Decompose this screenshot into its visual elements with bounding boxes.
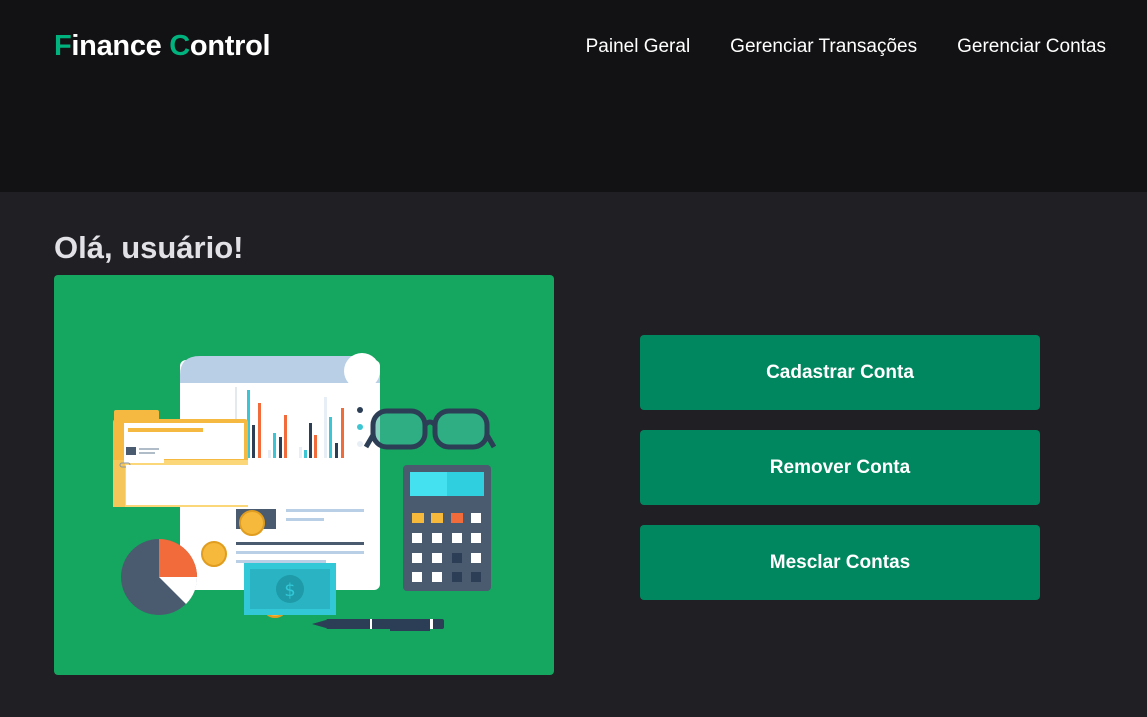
- app-logo[interactable]: Finance Control: [54, 30, 271, 63]
- greeting-heading: Olá, usuário!: [54, 230, 244, 265]
- nav-link-gerenciar-contas[interactable]: Gerenciar Contas: [957, 36, 1106, 58]
- finance-illustration: $: [54, 275, 554, 675]
- logo-initial-f: F: [54, 30, 72, 62]
- logo-initial-c: C: [169, 30, 190, 62]
- svg-text:$: $: [284, 580, 295, 601]
- finance-illustration-icon: $: [113, 353, 497, 631]
- nav-link-gerenciar-transacoes[interactable]: Gerenciar Transações: [730, 36, 917, 58]
- remover-conta-button[interactable]: Remover Conta: [640, 430, 1040, 505]
- logo-text-inance: inance: [71, 30, 170, 62]
- nav-link-painel-geral[interactable]: Painel Geral: [586, 36, 691, 58]
- account-actions: Cadastrar Conta Remover Conta Mesclar Co…: [640, 335, 1040, 600]
- cadastrar-conta-button[interactable]: Cadastrar Conta: [640, 335, 1040, 410]
- logo-text-ontrol: ontrol: [189, 30, 271, 62]
- mesclar-contas-button[interactable]: Mesclar Contas: [640, 525, 1040, 600]
- main-nav: Painel Geral Gerenciar Transações Gerenc…: [586, 36, 1106, 58]
- top-header: Finance Control Painel Geral Gerenciar T…: [0, 0, 1147, 192]
